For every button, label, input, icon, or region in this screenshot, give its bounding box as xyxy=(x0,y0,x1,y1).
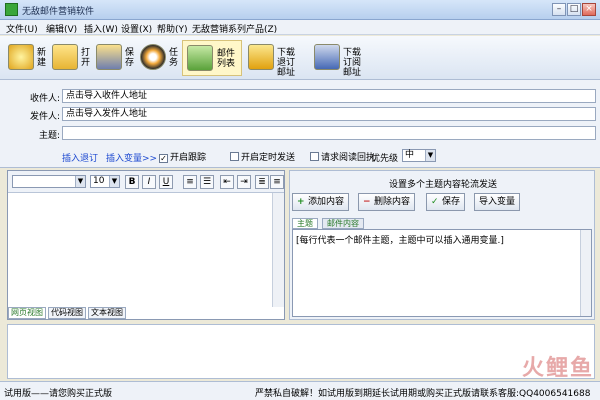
window-title: 无敌邮件营销软件 xyxy=(22,7,95,17)
new-button[interactable]: 新建 xyxy=(6,40,48,76)
title-bar: 无敌邮件营销软件 – □ × xyxy=(0,0,600,20)
menu-bar: 文件(U) 编辑(V) 插入(W) 设置(X) 帮助(Y) 无敌营销系列产品(Z… xyxy=(0,20,600,35)
tab-mail-content[interactable]: 邮件内容 xyxy=(322,218,364,229)
menu-file[interactable]: 文件(U) xyxy=(6,22,38,35)
subscribe-icon xyxy=(314,44,340,70)
mail-list-button[interactable]: 邮件列表 xyxy=(182,40,242,76)
save-button[interactable]: 保存 xyxy=(94,40,136,76)
tab-subject[interactable]: 主题 xyxy=(292,218,318,229)
menu-insert[interactable]: 插入(W) xyxy=(84,22,118,35)
editor-body[interactable] xyxy=(10,195,270,305)
insert-unsubscribe-link[interactable]: 插入退订 xyxy=(62,151,98,164)
tracking-checkbox[interactable]: ✓ 开启跟踪 xyxy=(159,150,206,163)
chevron-down-icon: ▼ xyxy=(425,150,435,161)
check-icon: ✓ xyxy=(159,154,168,163)
panel-heading: 设置多个主题内容轮流发送 xyxy=(388,180,497,190)
chevron-down-icon: ▼ xyxy=(75,176,85,187)
align-center-button[interactable]: ≡ xyxy=(270,175,284,189)
subject-label: 主题: xyxy=(38,131,60,141)
subject-input[interactable] xyxy=(62,126,596,140)
close-button[interactable]: × xyxy=(582,3,596,16)
download-subscribe-button[interactable]: 下载订阅邮址 xyxy=(312,40,374,78)
save-content-button[interactable]: ✓ 保存 xyxy=(426,193,466,211)
download-unsubscribe-button[interactable]: 下载退订邮址 xyxy=(246,40,308,78)
recipient-input[interactable]: 点击导入收件人地址 xyxy=(62,89,596,103)
priority-label: 优先级 xyxy=(371,154,399,164)
recipient-label: 收件人: xyxy=(29,94,60,104)
floppy-icon xyxy=(96,44,122,70)
contacts-icon xyxy=(187,45,213,71)
timed-send-checkbox[interactable]: 开启定时发送 xyxy=(230,150,295,163)
menu-settings[interactable]: 设置(X) xyxy=(121,22,152,35)
multi-subject-panel: 设置多个主题内容轮流发送 + 添加内容 − 删除内容 ✓ 保存 导入变量 主题 邮件内… xyxy=(289,170,595,320)
tab-text-view[interactable]: 文本视图 xyxy=(88,307,126,319)
view-tabs: 网页视图 代码视图 文本视图 xyxy=(8,307,128,319)
font-family-select[interactable]: ▼ xyxy=(12,175,86,188)
italic-button[interactable]: I xyxy=(142,175,156,189)
log-area[interactable] xyxy=(7,324,595,379)
bold-button[interactable]: B xyxy=(125,175,139,189)
status-bar: 试用版——请您购买正式版 严禁私自破解！如试用版到期延长试用期或购买正式版请联系… xyxy=(0,381,600,400)
watermark-logo: 火鲤鱼 xyxy=(521,356,594,381)
sender-input[interactable]: 点击导入发件人地址 xyxy=(62,107,596,121)
open-button[interactable]: 打开 xyxy=(50,40,92,76)
maximize-button[interactable]: □ xyxy=(567,3,581,16)
read-receipt-checkbox[interactable]: 请求阅读回执 xyxy=(310,150,375,163)
folder-icon xyxy=(52,44,78,70)
app-icon xyxy=(5,3,18,16)
priority-select[interactable]: 中 ▼ xyxy=(402,149,436,162)
editor-toolbar: ▼ 10 ▼ B I U ≡ ☰ ⇤ ⇥ ≣ ≡ xyxy=(8,171,284,193)
task-button[interactable]: 任务 xyxy=(138,40,180,76)
add-content-button[interactable]: + 添加内容 xyxy=(292,193,350,211)
insert-variable-link[interactable]: 插入变量>> xyxy=(106,151,157,164)
toolbar: 新建 打开 保存 任务 邮件列表 下载退订邮址 下载订阅邮址 xyxy=(0,36,600,80)
bullet-list-button[interactable]: ☰ xyxy=(200,175,214,189)
editor-scrollbar[interactable] xyxy=(272,193,284,307)
chevron-down-icon: ▼ xyxy=(109,176,119,187)
font-size-select[interactable]: 10 ▼ xyxy=(90,175,120,188)
minus-icon: − xyxy=(363,197,371,207)
menu-edit[interactable]: 编辑(V) xyxy=(46,22,77,35)
checkmark-icon: ✓ xyxy=(431,197,439,207)
status-right: 严禁私自破解！如试用版到期延长试用期或购买正式版请联系客服:QQ40065416… xyxy=(255,389,591,399)
plus-icon: + xyxy=(297,197,305,207)
html-editor: ▼ 10 ▼ B I U ≡ ☰ ⇤ ⇥ ≣ ≡ 网页视图 代码视图 文本视图 xyxy=(7,170,285,320)
import-variable-button[interactable]: 导入变量 xyxy=(474,193,521,211)
minimize-button[interactable]: – xyxy=(552,3,566,16)
menu-help[interactable]: 帮助(Y) xyxy=(157,22,188,35)
subject-hint: [每行代表一个邮件主题，主题中可以插入通用变量.] xyxy=(296,236,504,246)
subject-list-textarea[interactable]: [每行代表一个邮件主题，主题中可以插入通用变量.] xyxy=(292,229,592,317)
tab-code-view[interactable]: 代码视图 xyxy=(48,307,86,319)
underline-button[interactable]: U xyxy=(159,175,173,189)
delete-content-button[interactable]: − 删除内容 xyxy=(358,193,416,211)
ordered-list-button[interactable]: ≡ xyxy=(183,175,197,189)
download-arrow-icon xyxy=(248,44,274,70)
new-doc-icon xyxy=(8,44,34,70)
task-gear-icon xyxy=(140,44,166,70)
status-left: 试用版——请您购买正式版 xyxy=(4,389,113,399)
menu-products[interactable]: 无敌营销系列产品(Z) xyxy=(192,22,277,35)
subject-scrollbar[interactable] xyxy=(580,230,591,316)
outdent-button[interactable]: ⇤ xyxy=(220,175,234,189)
tab-web-view[interactable]: 网页视图 xyxy=(8,307,46,319)
align-left-button[interactable]: ≣ xyxy=(255,175,269,189)
sender-label: 发件人: xyxy=(29,112,60,122)
indent-button[interactable]: ⇥ xyxy=(237,175,251,189)
